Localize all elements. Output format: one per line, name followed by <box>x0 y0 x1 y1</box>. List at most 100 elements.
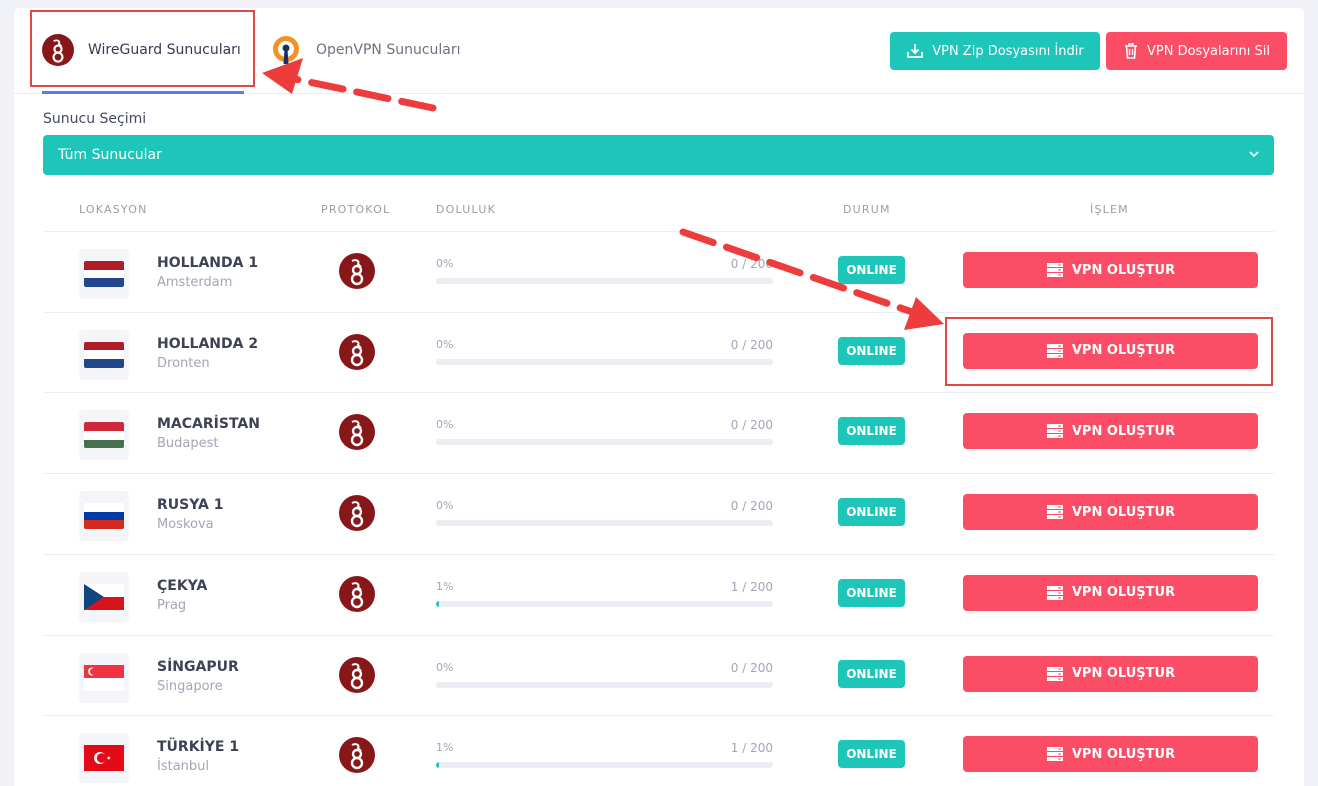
server-select-label: Sunucu Seçimi <box>43 111 147 127</box>
download-zip-label: VPN Zip Dosyasını İndir <box>932 43 1084 59</box>
usage-count: 0 / 200 <box>730 418 773 433</box>
servers-card: WireGuard Sunucuları OpenVPN Sunucuları … <box>14 8 1304 786</box>
tab-wireguard[interactable]: WireGuard Sunucuları <box>42 30 252 70</box>
active-tab-indicator <box>42 91 244 94</box>
location-name: HOLLANDA 2 <box>157 335 259 352</box>
openvpn-icon <box>273 36 299 64</box>
usage-percent: 1% <box>436 741 454 755</box>
header-location: LOKASYON <box>79 203 148 216</box>
location-city: Prag <box>157 597 187 613</box>
header-usage: DOLULUK <box>436 203 497 216</box>
location-name: HOLLANDA 1 <box>157 255 259 271</box>
usage-progress-bar <box>436 681 773 688</box>
server-icon <box>1046 505 1063 520</box>
usage-count: 0 / 200 <box>730 660 773 675</box>
create-vpn-button[interactable]: VPN OLUŞTUR <box>963 574 1258 611</box>
download-icon <box>907 44 924 58</box>
flag-dronten <box>79 329 129 380</box>
server-icon <box>1046 585 1063 600</box>
wireguard-icon <box>42 34 74 66</box>
location-name: ÇEKYA <box>157 577 208 594</box>
wireguard-icon <box>339 656 375 693</box>
wireguard-icon <box>339 495 375 532</box>
location-city: Dronten <box>157 355 210 371</box>
usage-count: 0 / 200 <box>730 257 773 271</box>
chevron-down-icon <box>1249 151 1259 158</box>
location-name: MACARİSTAN <box>157 416 260 433</box>
create-vpn-label: VPN OLUŞTUR <box>1071 262 1176 278</box>
wireguard-icon <box>339 575 375 612</box>
location-name: RUSYA 1 <box>157 497 224 514</box>
header-status: DURUM <box>843 203 891 216</box>
usage-count: 0 / 200 <box>730 337 773 352</box>
flag-prag <box>79 571 129 622</box>
location-city: Budapest <box>157 436 219 452</box>
status-badge: ONLINE <box>838 659 905 688</box>
usage-count: 0 / 200 <box>730 499 773 514</box>
flag-moskova <box>79 491 129 542</box>
location-city: İstanbul <box>157 759 210 775</box>
header-protocol: PROTOKOL <box>321 203 391 216</box>
server-select[interactable]: Tüm Sunucular <box>43 135 1274 175</box>
create-vpn-button[interactable]: VPN OLUŞTUR <box>963 494 1258 531</box>
usage-progress-bar <box>436 520 773 527</box>
server-icon <box>1046 424 1063 439</box>
flag-i-stanbul <box>79 733 129 784</box>
server-icon <box>1046 263 1063 277</box>
tab-openvpn[interactable]: OpenVPN Sunucuları <box>270 30 490 70</box>
create-vpn-label: VPN OLUŞTUR <box>1071 585 1176 601</box>
create-vpn-button[interactable]: VPN OLUŞTUR <box>963 332 1258 369</box>
server-icon <box>1046 666 1063 681</box>
usage-progress-fill <box>436 762 440 769</box>
usage-percent: 0% <box>436 257 454 270</box>
location-city: Moskova <box>157 517 214 533</box>
wireguard-icon <box>339 333 375 370</box>
server-icon <box>1046 747 1063 762</box>
usage-progress-fill <box>436 600 440 607</box>
status-badge: ONLINE <box>838 740 905 769</box>
wireguard-icon <box>339 414 375 451</box>
create-vpn-button[interactable]: VPN OLUŞTUR <box>963 252 1258 288</box>
usage-progress-bar <box>436 278 773 284</box>
trash-icon <box>1125 43 1137 59</box>
usage-percent: 1% <box>436 579 454 593</box>
usage-count: 1 / 200 <box>730 579 773 594</box>
create-vpn-button[interactable]: VPN OLUŞTUR <box>963 736 1258 773</box>
wireguard-icon <box>339 737 375 774</box>
location-name: TÜRKİYE 1 <box>157 739 240 756</box>
status-badge: ONLINE <box>838 417 905 446</box>
usage-progress-bar <box>436 600 773 607</box>
create-vpn-button[interactable]: VPN OLUŞTUR <box>963 655 1258 692</box>
location-name: SİNGAPUR <box>157 658 239 675</box>
wireguard-icon <box>339 253 375 289</box>
server-row: HOLLANDA 2 Dronten 0% 0 / 200 ONLINE VPN… <box>43 312 1274 392</box>
status-badge: ONLINE <box>838 498 905 527</box>
server-select-value: Tüm Sunucular <box>58 147 162 163</box>
location-city: Singapore <box>157 678 223 694</box>
usage-percent: 0% <box>436 499 454 513</box>
server-row: TÜRKİYE 1 İstanbul 1% 1 / 200 ONLINE VPN… <box>43 715 1274 786</box>
header-action: İŞLEM <box>1090 203 1129 216</box>
flag-singapore <box>79 652 129 703</box>
usage-percent: 0% <box>436 337 454 351</box>
usage-progress-bar <box>436 358 773 365</box>
status-badge: ONLINE <box>838 336 905 365</box>
create-vpn-button[interactable]: VPN OLUŞTUR <box>963 413 1258 450</box>
flag-budapest <box>79 410 129 461</box>
download-zip-button[interactable]: VPN Zip Dosyasını İndir <box>890 32 1100 70</box>
server-row: ÇEKYA Prag 1% 1 / 200 ONLINE VPN OLUŞTUR <box>43 554 1274 634</box>
delete-vpn-files-label: VPN Dosyalarını Sil <box>1147 43 1270 59</box>
create-vpn-label: VPN OLUŞTUR <box>1071 504 1176 520</box>
delete-vpn-files-button[interactable]: VPN Dosyalarını Sil <box>1106 32 1287 70</box>
create-vpn-label: VPN OLUŞTUR <box>1071 423 1176 439</box>
usage-progress-bar <box>436 439 773 446</box>
location-city: Amsterdam <box>157 275 233 290</box>
usage-percent: 0% <box>436 660 454 674</box>
status-badge: ONLINE <box>838 256 905 284</box>
server-row: MACARİSTAN Budapest 0% 0 / 200 ONLINE VP… <box>43 392 1274 472</box>
server-tabs: WireGuard Sunucuları OpenVPN Sunucuları … <box>14 8 1304 94</box>
usage-count: 1 / 200 <box>730 741 773 756</box>
server-row: SİNGAPUR Singapore 0% 0 / 200 ONLINE VPN… <box>43 635 1274 715</box>
status-badge: ONLINE <box>838 578 905 607</box>
flag-amsterdam <box>79 249 129 299</box>
